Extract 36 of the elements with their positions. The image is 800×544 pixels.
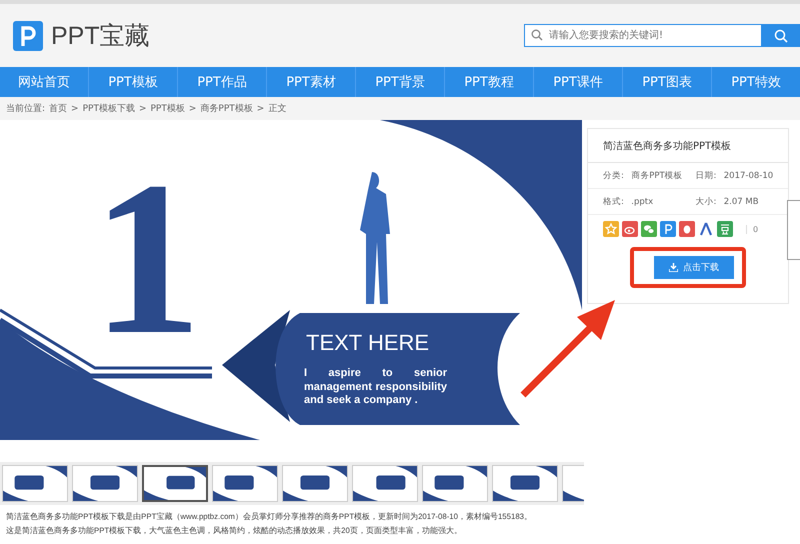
info-label: 格式: xyxy=(603,196,625,208)
breadcrumb-link[interactable]: 首页 xyxy=(49,102,68,115)
search-icon xyxy=(531,29,543,41)
share-count: 0 xyxy=(746,224,758,234)
info-label: 日期: xyxy=(696,170,718,182)
breadcrumb-link[interactable]: PPT模板下载 xyxy=(82,102,135,115)
info-value: 商务PPT模板 xyxy=(631,170,684,182)
logo-icon xyxy=(13,20,43,50)
breadcrumb-link[interactable]: 商务PPT模板 xyxy=(200,102,253,115)
breadcrumb-link[interactable]: PPT模板 xyxy=(150,102,185,115)
star-icon[interactable] xyxy=(603,221,619,237)
slide-number: 1 xyxy=(92,148,202,368)
info-value: 2017-08-10 xyxy=(724,170,774,180)
breadcrumb-separator: > xyxy=(188,104,196,114)
logo-text: PPT宝藏 xyxy=(51,21,150,52)
info-label: 分类: xyxy=(603,170,625,182)
search-icon xyxy=(774,28,788,42)
letter-p-icon[interactable] xyxy=(660,221,676,237)
info-value: 2.07 MB xyxy=(724,196,760,206)
breadcrumb-separator: > xyxy=(71,104,79,114)
slide-thumbnail[interactable] xyxy=(142,465,208,502)
template-title: 简洁蓝色商务多功能PPT模板 xyxy=(588,129,788,163)
breadcrumb-link[interactable]: 正文 xyxy=(268,102,286,115)
search-button[interactable] xyxy=(762,24,800,47)
slide-heading: TEXT HERE xyxy=(306,330,430,356)
search-field[interactable]: 请输入您要搜索的关键词! xyxy=(524,24,762,47)
info-label: 大小: xyxy=(696,196,718,208)
breadcrumb-separator: > xyxy=(138,104,146,114)
slide-body-text: I aspire to senior management responsibility and seek a company . xyxy=(304,367,447,408)
chat-bubbles-icon[interactable] xyxy=(641,221,657,237)
breadcrumb-separator: > xyxy=(256,104,264,114)
eye-icon[interactable] xyxy=(622,221,638,237)
info-value: .pptx xyxy=(631,196,654,206)
breadcrumb-label: 当前位置: xyxy=(6,102,46,115)
download-button[interactable]: 点击下载 xyxy=(654,256,734,279)
download-icon xyxy=(669,263,678,272)
